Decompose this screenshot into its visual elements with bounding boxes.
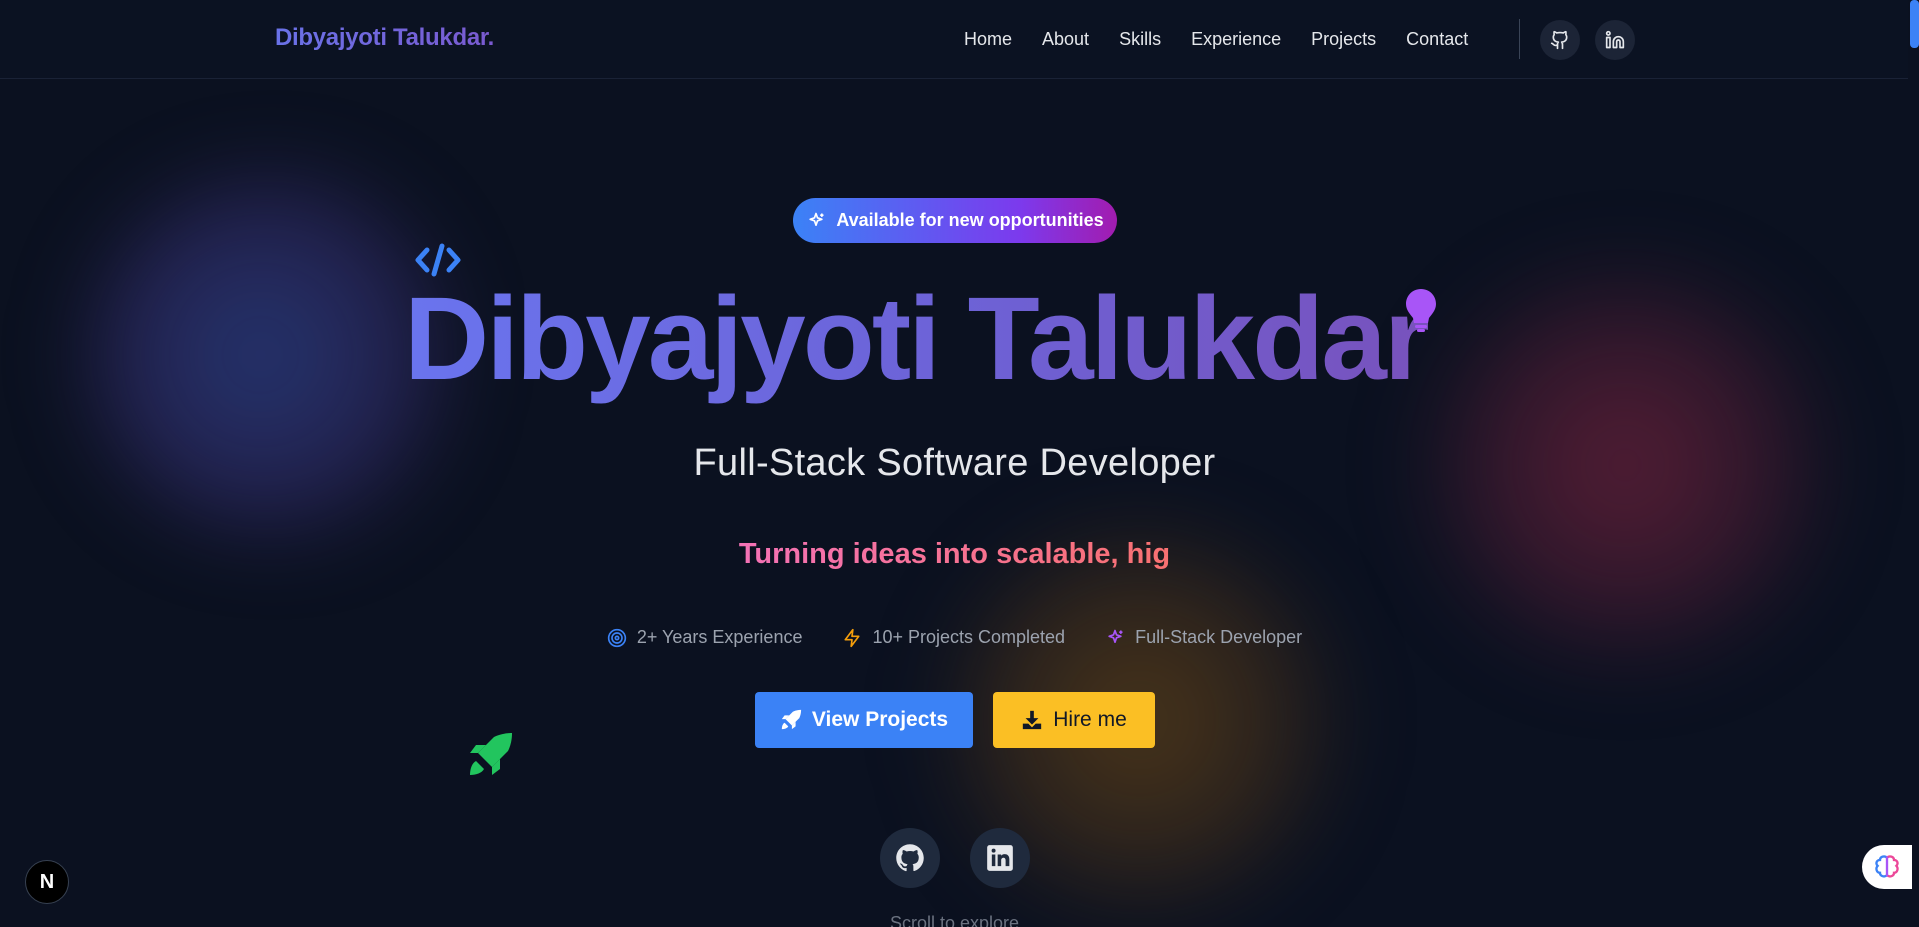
sparkles-icon: [809, 212, 824, 226]
hero-name: Dibyajyoti Talukdar: [404, 274, 1519, 405]
nav-link-experience[interactable]: Experience: [1191, 29, 1281, 50]
nav-link-contact[interactable]: Contact: [1406, 29, 1468, 50]
hero-role: Full-Stack Software Developer: [693, 442, 1216, 484]
sparkles-icon: [1108, 629, 1123, 643]
nav-link-skills[interactable]: Skills: [1119, 29, 1161, 50]
availability-text: Available for new opportunities: [836, 210, 1104, 230]
nav-link-projects[interactable]: Projects: [1311, 29, 1376, 50]
stat-projects: 10+ Projects Completed: [842, 627, 1065, 648]
view-projects-button[interactable]: View Projects: [755, 692, 973, 748]
nav-github-button[interactable]: [1540, 20, 1580, 60]
linkedin-icon: [987, 845, 1013, 871]
hero-linkedin-button[interactable]: [970, 828, 1030, 888]
lightbulb-icon: [1406, 289, 1436, 332]
framework-dev-badge[interactable]: N: [25, 860, 69, 904]
github-icon: [896, 844, 924, 872]
stat-fullstack: Full-Stack Developer: [1105, 627, 1302, 648]
hero-stats: 2+ Years Experience 10+ Projects Complet…: [0, 627, 1909, 648]
hero-tagline-text: Turning ideas into scalable, hig: [738, 538, 1171, 570]
stat-experience-label: 2+ Years Experience: [636, 627, 803, 647]
rocket-icon: [470, 733, 512, 775]
stat-projects-label: 10+ Projects Completed: [872, 627, 1066, 647]
stat-fullstack-label: Full-Stack Developer: [1135, 627, 1303, 647]
assistant-button[interactable]: [1862, 845, 1912, 889]
brain-icon: [1875, 855, 1899, 878]
hire-me-label: Hire me: [1053, 708, 1127, 731]
page: Dibyajyoti Talukdar. Home About Skills E…: [0, 0, 1919, 927]
nav-divider: [1519, 19, 1520, 59]
github-icon: [1550, 30, 1568, 50]
hire-me-button[interactable]: Hire me: [993, 692, 1155, 748]
stat-experience: 2+ Years Experience: [607, 627, 803, 648]
target-icon: [607, 628, 627, 647]
scroll-hint: Scroll to explore: [889, 913, 1020, 927]
hero-github-button[interactable]: [880, 828, 940, 888]
download-icon: [1023, 710, 1042, 730]
code-icon: [415, 243, 461, 277]
view-projects-label: View Projects: [811, 708, 949, 731]
navbar: Dibyajyoti Talukdar. Home About Skills E…: [0, 0, 1908, 79]
nav-link-about[interactable]: About: [1042, 29, 1089, 50]
brand-logo[interactable]: Dibyajyoti Talukdar.: [275, 24, 494, 52]
nav-linkedin-button[interactable]: [1595, 20, 1635, 60]
hero-tagline: Turning ideas into scalable, hig: [0, 538, 1909, 571]
rocket-icon: [781, 709, 801, 730]
lightning-icon: [844, 628, 860, 647]
availability-badge: Available for new opportunities: [793, 198, 1117, 243]
nav-links: Home About Skills Experience Projects Co…: [964, 29, 1498, 50]
scrollbar-thumb[interactable]: [1910, 0, 1919, 48]
linkedin-icon: [1605, 30, 1625, 49]
nav-link-home[interactable]: Home: [964, 29, 1012, 50]
